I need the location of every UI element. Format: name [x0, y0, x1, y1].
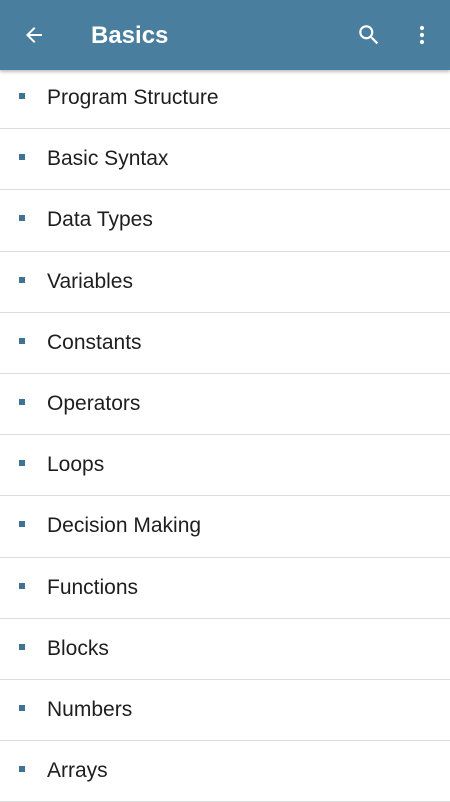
overflow-menu-button[interactable] [404, 15, 440, 55]
bullet-icon [19, 643, 25, 650]
list-item-arrays[interactable]: Arrays [0, 741, 450, 802]
list-item-decision-making[interactable]: Decision Making [0, 496, 450, 558]
list-item-numbers[interactable]: Numbers [0, 680, 450, 742]
list-item-loops[interactable]: Loops [0, 435, 450, 497]
list-item-label: Loops [47, 453, 105, 477]
bullet-icon [19, 154, 25, 161]
list-item-label: Numbers [47, 697, 133, 721]
list-item-label: Operators [47, 391, 141, 415]
list-item-operators[interactable]: Operators [0, 374, 450, 436]
list-item-label: Constants [47, 330, 142, 354]
list-item-program-structure[interactable]: Program Structure [0, 68, 450, 130]
bullet-icon [19, 704, 25, 711]
search-button[interactable] [349, 15, 389, 55]
bullet-icon [19, 337, 25, 344]
list-item-label: Functions [47, 575, 139, 599]
list-item-label: Variables [47, 269, 133, 293]
list-item-blocks[interactable]: Blocks [0, 619, 450, 680]
list-item-label: Arrays [47, 759, 108, 783]
bullet-icon [19, 93, 25, 99]
bullet-icon [19, 521, 25, 528]
list-item-basic-syntax[interactable]: Basic Syntax [0, 129, 450, 191]
bullet-icon [19, 766, 25, 773]
more-vertical-icon [419, 25, 425, 45]
arrow-left-icon [26, 27, 42, 43]
list-item-functions[interactable]: Functions [0, 558, 450, 619]
bullet-icon [19, 582, 25, 589]
bullet-icon [19, 460, 25, 467]
page-title: Basics [91, 22, 169, 49]
back-button[interactable] [14, 15, 54, 55]
list-item-data-types[interactable]: Data Types [0, 190, 450, 252]
list-item-label: Blocks [47, 636, 109, 660]
bullet-icon [19, 276, 25, 283]
list-item-variables[interactable]: Variables [0, 252, 450, 313]
bullet-icon [19, 215, 25, 222]
list-item-label: Data Types [47, 208, 153, 232]
app-bar: Basics [0, 0, 450, 70]
list-item-label: Program Structure [47, 86, 219, 109]
bullet-icon [19, 398, 25, 405]
list-item-label: Basic Syntax [47, 147, 169, 171]
list-item-constants[interactable]: Constants [0, 313, 450, 374]
list-item-label: Decision Making [47, 514, 202, 538]
search-icon [359, 25, 379, 45]
topic-list: Program Structure Basic Syntax Data Type… [0, 68, 450, 802]
